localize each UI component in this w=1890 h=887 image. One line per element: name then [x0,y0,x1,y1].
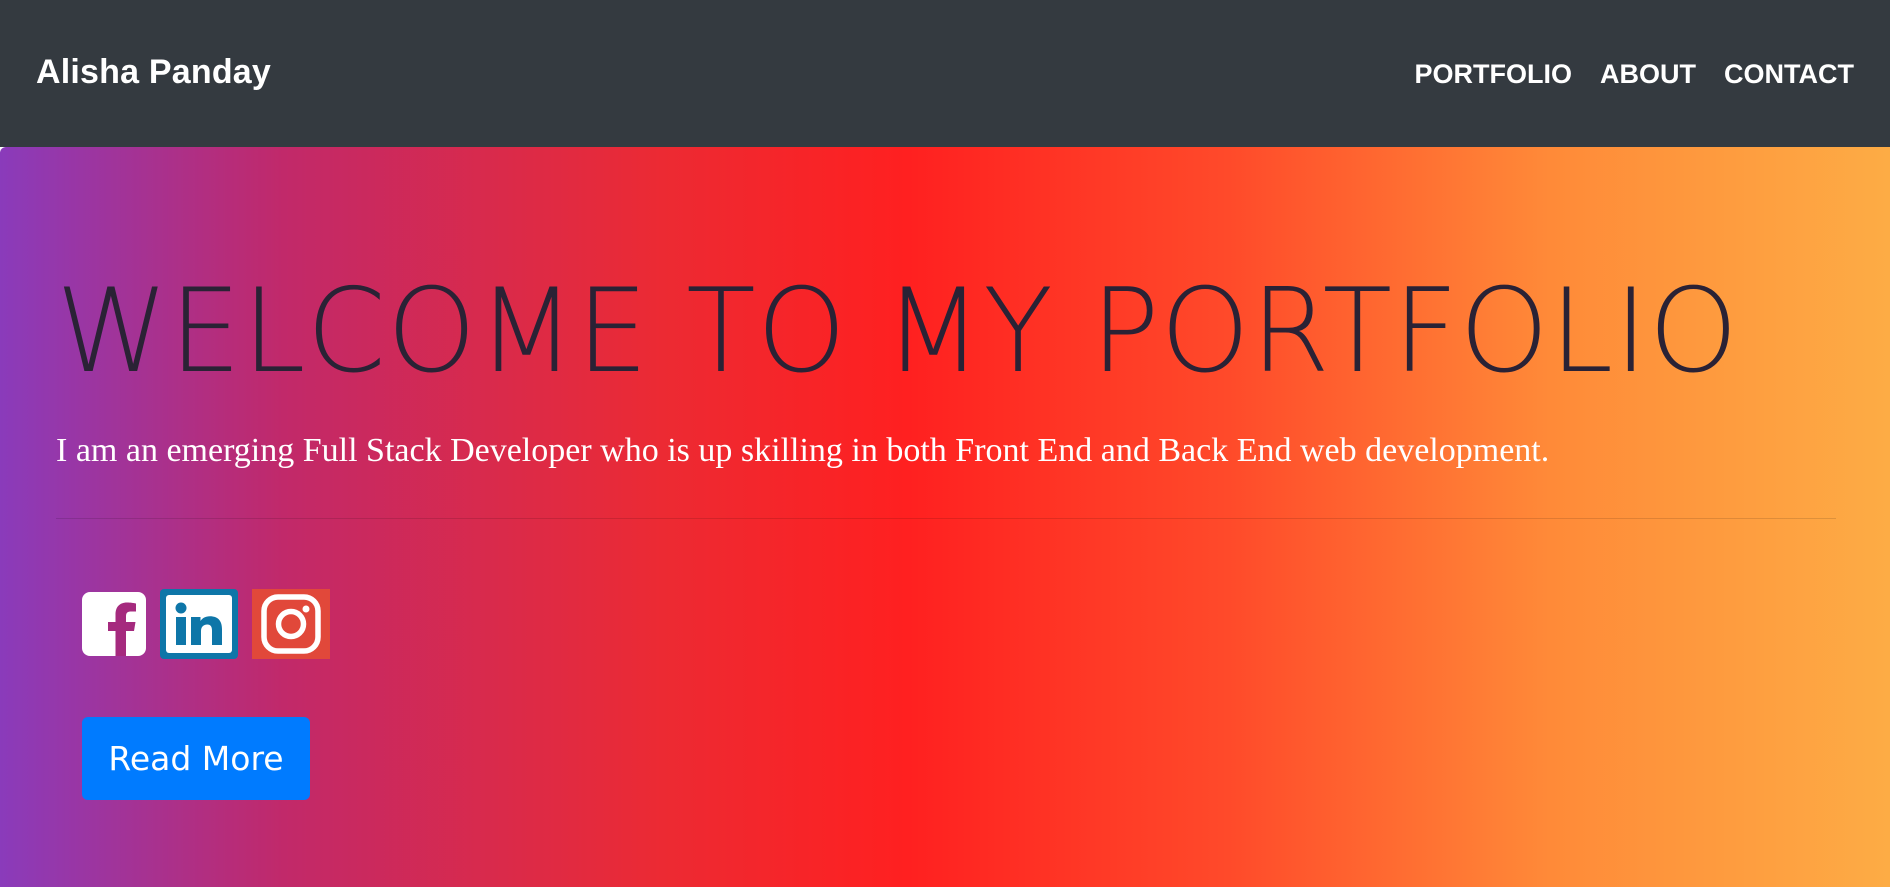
hero-subtitle: I am an emerging Full Stack Developer wh… [56,432,1550,469]
instagram-icon [252,589,330,659]
linkedin-link[interactable] [160,589,238,664]
facebook-icon [82,592,146,656]
hero-section: WELCOME TO MY PORTFOLIO I am an emerging… [0,147,1890,887]
nav-link-portfolio[interactable]: PORTFOLIO [1415,59,1573,90]
nav-links: PORTFOLIO ABOUT CONTACT [1415,57,1854,90]
hero-title: WELCOME TO MY PORTFOLIO [56,264,1740,399]
brand-name[interactable]: Alisha Panday [36,53,271,92]
social-links [82,589,330,664]
linkedin-icon [160,589,238,659]
nav-link-contact[interactable]: CONTACT [1724,59,1854,90]
read-more-button[interactable]: Read More [82,717,310,800]
facebook-link[interactable] [82,592,146,661]
navbar: Alisha Panday PORTFOLIO ABOUT CONTACT [0,0,1890,147]
nav-link-about[interactable]: ABOUT [1600,59,1696,90]
instagram-link[interactable] [252,589,330,664]
divider [56,518,1836,519]
